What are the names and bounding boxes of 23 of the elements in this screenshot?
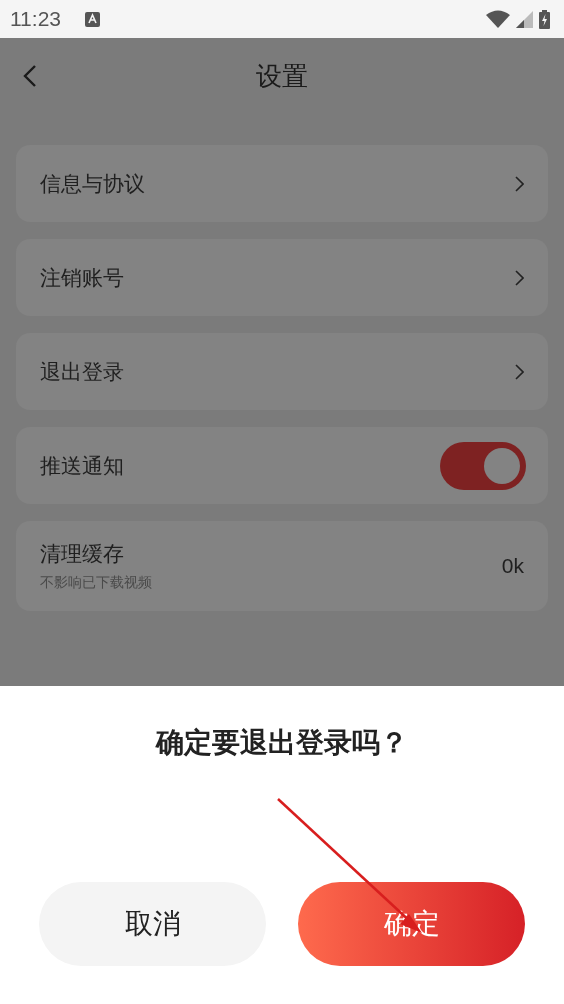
cancel-button[interactable]: 取消 bbox=[39, 882, 266, 966]
page-title: 设置 bbox=[256, 60, 308, 93]
chevron-icon bbox=[515, 269, 524, 286]
battery-icon bbox=[539, 9, 550, 29]
row-label: 注销账号 bbox=[40, 264, 125, 292]
row-label: 退出登录 bbox=[40, 358, 125, 386]
settings-row[interactable]: 推送通知 bbox=[16, 427, 548, 504]
chevron-icon bbox=[515, 175, 524, 192]
settings-row[interactable]: 信息与协议 bbox=[16, 145, 548, 222]
keyboard-icon bbox=[85, 11, 100, 27]
toggle-switch[interactable] bbox=[440, 441, 526, 490]
signal-icon bbox=[516, 10, 533, 28]
settings-row[interactable]: 注销账号 bbox=[16, 239, 548, 316]
wifi-icon bbox=[486, 10, 510, 28]
settings-row[interactable]: 退出登录 bbox=[16, 333, 548, 410]
row-label: 清理缓存 bbox=[40, 541, 125, 568]
row-value: 0k bbox=[501, 554, 524, 578]
dialog-title: 确定要退出登录吗？ bbox=[156, 725, 408, 761]
row-label: 信息与协议 bbox=[40, 170, 146, 198]
chevron-icon bbox=[515, 363, 524, 380]
back-icon[interactable] bbox=[23, 64, 37, 88]
row-label: 推送通知 bbox=[40, 452, 125, 480]
status-time: 11:23 bbox=[10, 7, 61, 31]
